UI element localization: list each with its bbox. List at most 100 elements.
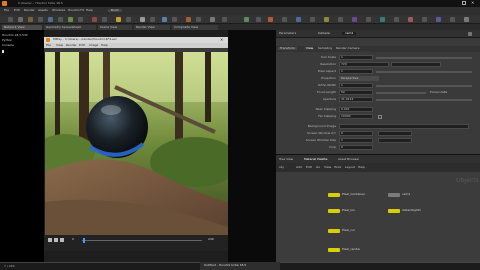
shelf-tool-icon[interactable] — [48, 17, 53, 22]
tab-tree-view[interactable]: Tree View — [279, 158, 293, 161]
checkbox[interactable] — [378, 115, 382, 119]
shelf-tool-icon[interactable] — [268, 17, 273, 22]
shelf-tool-icon[interactable] — [172, 17, 177, 22]
param-field-secondary[interactable] — [378, 138, 412, 143]
mplay-menu-help[interactable]: Help — [101, 44, 108, 47]
close-icon[interactable]: ✕ — [471, 1, 474, 5]
shelf-tool-icon[interactable] — [68, 17, 73, 22]
projection-select[interactable]: Perspective — [339, 76, 379, 81]
shelf-tool-icon[interactable] — [352, 17, 357, 22]
mplay-menu-image[interactable]: Image — [89, 44, 98, 47]
shelf-tool-icon[interactable] — [324, 17, 329, 22]
build-desktop-select[interactable]: Build — [108, 9, 122, 12]
mplay-menu-edit[interactable]: Edit — [79, 44, 85, 47]
mplay-menu-file[interactable]: File — [46, 44, 51, 47]
param-slider[interactable] — [376, 99, 472, 101]
menu-file[interactable]: File — [4, 9, 9, 12]
shelf-tool-icon[interactable] — [18, 17, 23, 22]
shelf-tool-icon[interactable] — [296, 17, 301, 22]
param-field[interactable]: 50 — [339, 90, 373, 95]
shelf-tool-icon[interactable] — [256, 17, 261, 22]
shelf-tool-icon[interactable] — [58, 17, 63, 22]
network-menu-layout[interactable]: Layout — [345, 166, 355, 169]
param-field[interactable]: 1 — [339, 83, 373, 88]
param-tab-transform[interactable]: Transform — [278, 47, 297, 50]
node-name-field[interactable]: cam1 — [342, 32, 357, 35]
param-slider[interactable] — [376, 57, 472, 59]
param-field[interactable]: 1 — [339, 138, 373, 143]
mplay-close-icon[interactable]: ✕ — [220, 38, 223, 42]
shelf-tool-icon[interactable] — [150, 17, 155, 22]
network-editor[interactable]: Objects Pixel_Container cam1 Pixel_lon d… — [276, 172, 480, 262]
network-menu-help[interactable]: Help — [358, 166, 365, 169]
menu-help[interactable]: Help — [86, 9, 93, 12]
param-tab-view[interactable]: View — [304, 47, 316, 50]
menu-assets[interactable]: Assets — [38, 9, 48, 12]
timeline-track[interactable] — [82, 240, 202, 241]
param-tab-render-camera[interactable]: Render Camera — [334, 47, 361, 50]
shelf-tool-icon[interactable] — [140, 17, 145, 22]
shelf-tool-icon[interactable] — [422, 17, 427, 22]
menu-windows[interactable]: Windows — [52, 9, 65, 12]
shelf-tool-icon[interactable] — [8, 17, 13, 22]
param-tab-sampling[interactable]: Sampling — [316, 47, 334, 50]
network-path[interactable]: obj — [279, 166, 284, 169]
node-cam1[interactable] — [388, 193, 400, 197]
param-field[interactable]: 720 — [339, 62, 389, 67]
shelf-tool-icon[interactable] — [28, 17, 33, 22]
shelf-tool-icon[interactable] — [436, 17, 441, 22]
shelf-tool-icon[interactable] — [78, 17, 83, 22]
param-field[interactable]: 0 — [339, 131, 373, 136]
node-pixel-col[interactable] — [328, 229, 340, 233]
shelf-tool-icon[interactable] — [408, 17, 413, 22]
shelf-tool-icon[interactable] — [310, 17, 315, 22]
param-field[interactable]: 1 — [339, 69, 373, 74]
node-pixel-lon[interactable] — [328, 209, 340, 213]
shelf-tool-icon[interactable] — [366, 17, 371, 22]
play-icon[interactable] — [60, 238, 64, 242]
param-field-secondary[interactable] — [378, 131, 412, 136]
maximize-icon[interactable] — [462, 1, 466, 5]
shelf-tool-icon[interactable] — [464, 17, 469, 22]
shelf-tool-icon[interactable] — [38, 17, 43, 22]
node-pixel-container[interactable] — [328, 193, 340, 197]
shelf-tool-icon[interactable] — [222, 17, 227, 22]
stop-icon[interactable] — [54, 238, 58, 242]
shelf-tool-icon[interactable] — [338, 17, 343, 22]
shelf-tool-icon[interactable] — [196, 17, 201, 22]
shelf-tool-icon[interactable] — [116, 17, 121, 22]
gear-icon[interactable] — [468, 32, 472, 36]
param-field[interactable]: 0 — [339, 145, 373, 150]
param-field[interactable]: 1 — [339, 55, 373, 60]
param-slider[interactable] — [376, 92, 426, 94]
shelf-tool-icon[interactable] — [282, 17, 287, 22]
tab-material-palette[interactable]: Material Palette — [304, 158, 328, 161]
param-field[interactable]: 0.001 — [339, 107, 373, 112]
shelf-tool-icon[interactable] — [394, 17, 399, 22]
current-frame[interactable]: 1 — [72, 238, 74, 241]
network-menu-add[interactable]: Add — [296, 166, 302, 169]
shelf-tool-icon[interactable] — [450, 17, 455, 22]
mplay-menu-render[interactable]: Render — [66, 44, 77, 47]
shelf-tool-icon[interactable] — [102, 17, 107, 22]
param-field[interactable]: 10000 — [339, 114, 373, 119]
network-menu-view[interactable]: View — [324, 166, 331, 169]
network-menu-go[interactable]: Go — [316, 166, 320, 169]
node-pixel-render[interactable] — [328, 248, 340, 252]
mplay-menu-view[interactable]: View — [56, 44, 63, 47]
shelf-tool-icon[interactable] — [162, 17, 167, 22]
tab-asset-browser[interactable]: Asset Browser — [338, 158, 359, 161]
param-field[interactable]: 41.4214 — [339, 97, 373, 102]
shelf-tool-icon[interactable] — [186, 17, 191, 22]
param-field[interactable] — [339, 124, 469, 129]
menu-render[interactable]: Render — [24, 9, 35, 12]
shelf-tool-icon[interactable] — [126, 17, 131, 22]
shelf-tool-icon[interactable] — [210, 17, 215, 22]
network-menu-tools[interactable]: Tools — [334, 166, 341, 169]
param-field-secondary[interactable] — [391, 62, 441, 67]
shelf-tool-icon[interactable] — [380, 17, 385, 22]
shelf-tool-icon[interactable] — [92, 17, 97, 22]
timeline-marker[interactable] — [83, 238, 85, 243]
param-slider[interactable] — [376, 85, 472, 87]
shelf-tool-icon[interactable] — [244, 17, 249, 22]
